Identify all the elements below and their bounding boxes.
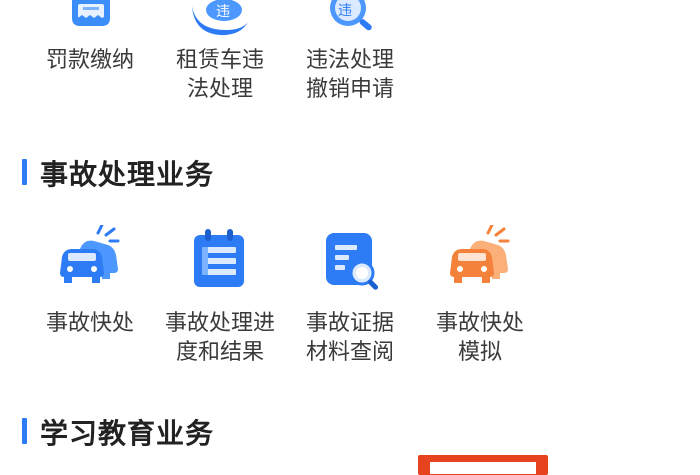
- service-accident-quick[interactable]: 事故快处: [20, 225, 160, 355]
- section-accent-bar: [22, 418, 27, 444]
- car-crash-icon: [60, 225, 120, 283]
- document-search-icon: [326, 233, 379, 290]
- violation-search-icon: 违: [330, 0, 372, 31]
- svg-text:违: 违: [216, 4, 230, 20]
- service-label: 事故快处: [45, 311, 134, 336]
- section-title: 学习教育业务: [40, 417, 215, 450]
- service-violation-revoke[interactable]: 违 违法处理 撤销申请: [280, 0, 420, 130]
- service-label: 事故处理进 度和结果: [164, 311, 275, 365]
- car-crash-orange-icon: [450, 225, 510, 283]
- section-title: 事故处理业务: [40, 158, 215, 191]
- service-accident-evidence[interactable]: 事故证据 材料查阅: [280, 225, 420, 365]
- service-label: 租赁车违 法处理: [175, 48, 264, 102]
- highlight-box-inner: [430, 462, 536, 474]
- service-rental-car-violation[interactable]: 违 租赁车违 法处理: [150, 0, 290, 130]
- service-label: 罚款缴纳: [45, 48, 134, 73]
- service-fine-payment[interactable]: 罚款缴纳: [20, 0, 160, 130]
- calendar-list-icon: [194, 229, 244, 287]
- service-accident-progress[interactable]: 事故处理进 度和结果: [150, 225, 290, 365]
- service-label: 事故快处 模拟: [435, 311, 524, 365]
- service-label: 事故证据 材料查阅: [305, 311, 394, 365]
- service-accident-simulation[interactable]: 事故快处 模拟: [410, 225, 550, 365]
- section-accent-bar: [22, 159, 27, 185]
- rental-car-violation-icon: 违: [192, 0, 248, 36]
- svg-text:违: 违: [338, 3, 352, 19]
- fine-receipt-icon: [72, 0, 110, 26]
- service-label: 违法处理 撤销申请: [305, 48, 394, 102]
